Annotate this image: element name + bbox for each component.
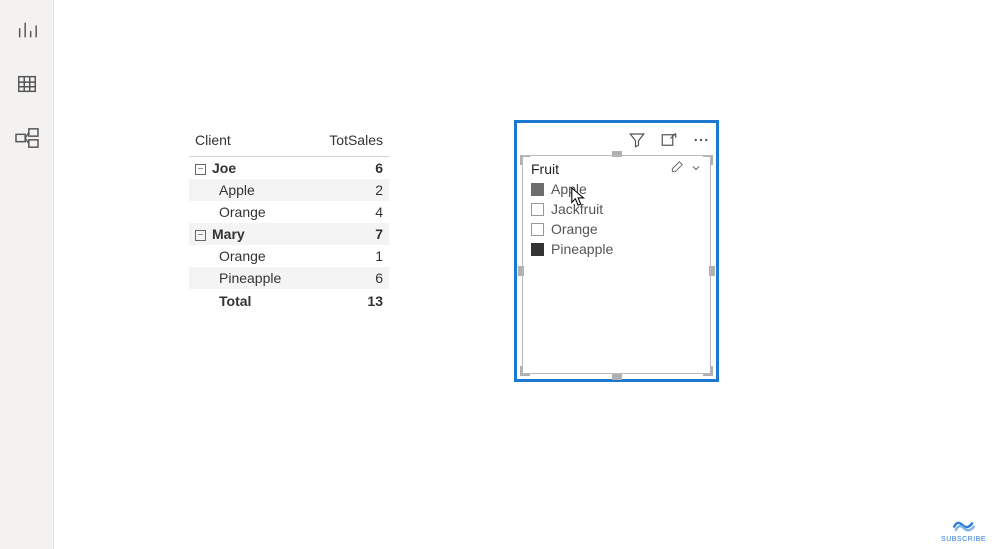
matrix-detail-label: Orange: [189, 245, 309, 267]
matrix-total-row: Total 13: [189, 289, 389, 312]
slicer-item[interactable]: Apple: [531, 179, 702, 199]
checkbox-icon[interactable]: [531, 243, 544, 256]
matrix-group-label: Mary: [212, 226, 245, 242]
matrix-column-header[interactable]: Client: [189, 128, 309, 157]
matrix-detail-label: Orange: [189, 201, 309, 223]
slicer-item[interactable]: Orange: [531, 219, 702, 239]
subscribe-label: SUBSCRIBE: [941, 536, 986, 543]
slicer-item[interactable]: Pineapple: [531, 239, 702, 259]
slicer-item-label: Apple: [551, 181, 587, 197]
chevron-down-icon[interactable]: [690, 161, 702, 177]
matrix-group-row[interactable]: −Mary 7: [189, 223, 389, 245]
checkbox-icon[interactable]: [531, 183, 544, 196]
checkbox-icon[interactable]: [531, 223, 544, 236]
matrix-group-value: 7: [309, 223, 389, 245]
slicer-title: Fruit: [531, 161, 559, 177]
slicer-item-label: Jackfruit: [551, 201, 603, 217]
visual-header-toolbar: [517, 127, 710, 153]
slicer-body: Fruit Apple Jackfruit: [522, 155, 711, 374]
matrix-detail-label: Pineapple: [189, 267, 309, 289]
slicer-item[interactable]: Jackfruit: [531, 199, 702, 219]
model-view-icon[interactable]: [13, 124, 41, 152]
slicer-item-list: Apple Jackfruit Orange Pineapple: [523, 179, 710, 259]
matrix-detail-label: Apple: [189, 179, 309, 201]
subscribe-watermark: SUBSCRIBE: [941, 515, 986, 543]
matrix-detail-row[interactable]: Apple 2: [189, 179, 389, 201]
filter-icon[interactable]: [628, 131, 646, 149]
matrix-detail-row[interactable]: Orange 4: [189, 201, 389, 223]
resize-handle[interactable]: [612, 374, 622, 380]
matrix-total-label: Total: [189, 289, 309, 312]
slicer-item-label: Orange: [551, 221, 598, 237]
view-nav-rail: [0, 0, 54, 549]
collapse-icon[interactable]: −: [195, 164, 206, 175]
checkbox-icon[interactable]: [531, 203, 544, 216]
eraser-icon[interactable]: [670, 160, 684, 177]
matrix-group-label: Joe: [212, 160, 236, 176]
matrix-detail-value: 4: [309, 201, 389, 223]
matrix-group-value: 6: [309, 157, 389, 180]
matrix-detail-value: 2: [309, 179, 389, 201]
report-canvas[interactable]: Client TotSales −Joe 6 Apple 2 Orange 4: [54, 0, 994, 549]
matrix-total-value: 13: [309, 289, 389, 312]
matrix-group-row[interactable]: −Joe 6: [189, 157, 389, 180]
matrix-detail-value: 1: [309, 245, 389, 267]
matrix-visual[interactable]: Client TotSales −Joe 6 Apple 2 Orange 4: [189, 128, 389, 312]
more-options-icon[interactable]: [692, 131, 710, 149]
slicer-visual[interactable]: Fruit Apple Jackfruit: [514, 120, 719, 382]
matrix-table: Client TotSales −Joe 6 Apple 2 Orange 4: [189, 128, 389, 312]
collapse-icon[interactable]: −: [195, 230, 206, 241]
focus-mode-icon[interactable]: [660, 131, 678, 149]
matrix-column-header[interactable]: TotSales: [309, 128, 389, 157]
report-view-icon[interactable]: [13, 16, 41, 44]
matrix-detail-row[interactable]: Pineapple 6: [189, 267, 389, 289]
matrix-detail-row[interactable]: Orange 1: [189, 245, 389, 267]
slicer-item-label: Pineapple: [551, 241, 613, 257]
matrix-detail-value: 6: [309, 267, 389, 289]
data-view-icon[interactable]: [13, 70, 41, 98]
